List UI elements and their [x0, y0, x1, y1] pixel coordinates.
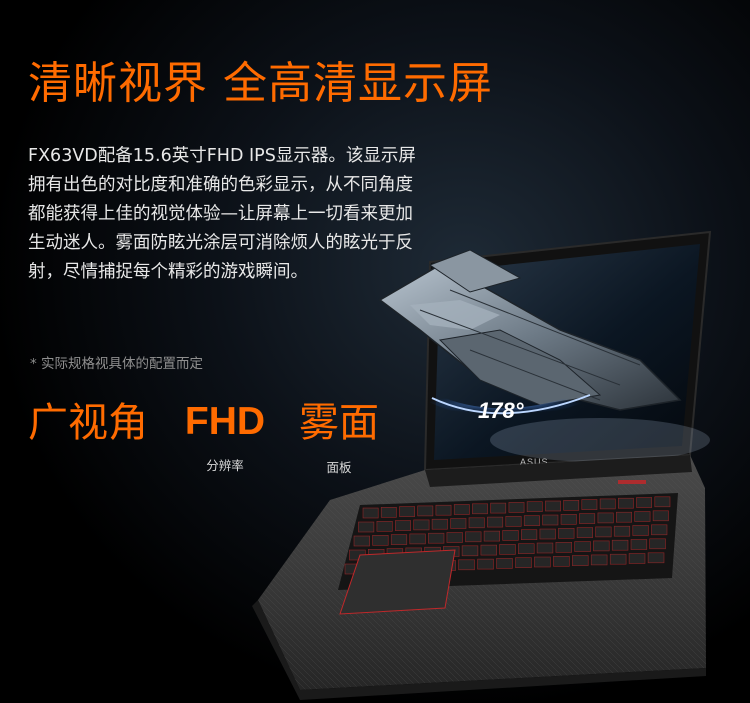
- keyboard-key: [636, 497, 652, 508]
- keyboard-key: [597, 512, 614, 524]
- keyboard-key: [431, 518, 448, 530]
- keyboard-key: [545, 500, 561, 512]
- keyboard-key: [593, 540, 610, 552]
- keyboard-key: [428, 532, 445, 544]
- keyboard-key: [558, 527, 575, 539]
- keyboard-key: [574, 541, 591, 552]
- feature-title: FHD: [184, 400, 266, 443]
- keyboard-key: [468, 517, 485, 529]
- description: FX63VD配备15.6英寸FHD IPS显示器。该显示屏拥有出色的对比度和准确…: [28, 146, 416, 282]
- keyboard-key: [520, 529, 538, 541]
- spec-note: * 实际规格视具体的配置而定: [30, 356, 204, 372]
- keyboard-key: [505, 516, 522, 527]
- keyboard-key: [611, 539, 629, 551]
- keyboard-key: [413, 519, 430, 531]
- keyboard-key: [458, 559, 475, 571]
- keyboard-key: [353, 535, 370, 547]
- headline: 清晰视界 全高清显示屏: [28, 58, 493, 109]
- keyboard-key: [499, 544, 516, 555]
- feature-subtitle: 面板: [326, 460, 352, 475]
- viewing-angle-label: 178°: [478, 398, 524, 423]
- keyboard-key: [480, 544, 497, 556]
- feature-fhd: FHD 分辨率: [178, 402, 272, 474]
- keyboard-key: [632, 525, 649, 536]
- keyboard-key: [461, 545, 479, 557]
- keyboard-key: [613, 525, 631, 537]
- keyboard-key: [409, 533, 426, 545]
- keyboard-key: [634, 511, 651, 522]
- keyboard-key: [490, 502, 507, 514]
- keyboard-key: [599, 498, 616, 510]
- feature-title: 雾面: [299, 400, 379, 446]
- keyboard-key: [477, 558, 494, 570]
- keyboard-key: [609, 553, 627, 565]
- keyboard-key: [617, 497, 634, 509]
- feature-matte: 雾面 面板: [296, 403, 382, 476]
- keyboard-key: [358, 521, 375, 533]
- keyboard-key: [576, 527, 593, 538]
- keyboard-key: [539, 528, 556, 540]
- keyboard-key: [515, 557, 532, 569]
- keyboard-key: [496, 558, 513, 569]
- keyboard-key: [590, 554, 608, 566]
- keyboard-key: [526, 501, 543, 513]
- keyboard-key: [536, 542, 554, 554]
- keyboard-key: [534, 556, 551, 568]
- keyboard-key: [380, 506, 397, 518]
- keyboard-key: [579, 513, 596, 524]
- keyboard-key: [649, 538, 666, 550]
- keyboard-key: [394, 520, 411, 531]
- keyboard-key: [372, 534, 389, 546]
- keyboard-key: [446, 532, 463, 543]
- keyboard-key: [615, 511, 632, 523]
- keyboard-key: [595, 526, 612, 538]
- keyboard-key: [472, 503, 488, 515]
- keyboard-key: [390, 534, 408, 545]
- keyboard-key: [483, 530, 501, 542]
- keyboard-key: [465, 531, 482, 543]
- product-feature-page: ASUS 178° 清晰视界 全高清显示屏 FX63VD配备15.6英寸FHD …: [0, 0, 750, 703]
- keyboard-key: [560, 513, 577, 525]
- keyboard-key: [417, 505, 434, 517]
- keyboard-key: [502, 530, 519, 541]
- keyboard-key: [523, 515, 540, 527]
- keyboard-key: [435, 504, 452, 516]
- feature-wide-angle: 广视角: [28, 403, 148, 443]
- keyboard-key: [647, 552, 665, 564]
- keyboard-key: [487, 516, 504, 528]
- keyboard-key: [630, 539, 648, 550]
- feature-title: 广视角: [28, 400, 148, 446]
- keyboard-key: [542, 514, 559, 526]
- keyboard-key: [651, 524, 668, 536]
- keyboard-key: [453, 504, 470, 515]
- keyboard-key: [654, 496, 671, 508]
- keyboard-key: [362, 507, 379, 519]
- keyboard-key: [518, 543, 535, 555]
- keyboard-key: [571, 555, 589, 566]
- keyboard-key: [553, 555, 570, 567]
- keyboard-key: [581, 499, 598, 510]
- keyboard-key: [450, 518, 467, 529]
- keyboard-key: [399, 506, 415, 517]
- keyboard-key: [555, 541, 573, 553]
- keyboard-key: [508, 502, 525, 513]
- feature-subtitle: 分辨率: [206, 458, 244, 473]
- keyboard-key: [628, 553, 646, 564]
- keyboard-key: [652, 510, 669, 522]
- keyboard-key: [376, 520, 393, 532]
- keyboard-key: [563, 499, 580, 511]
